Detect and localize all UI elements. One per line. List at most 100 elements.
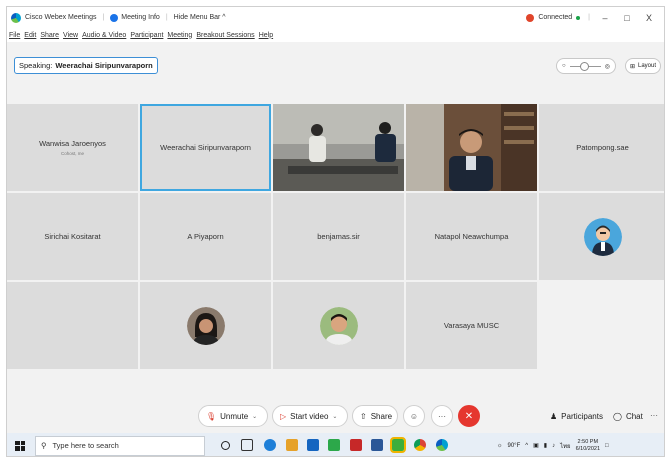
- connection-icon: [526, 13, 535, 22]
- menu-share[interactable]: Share: [40, 32, 59, 39]
- meeting-controls: 🎙 Unmute ⌄ ▷ Start video ⌄ ⇧ Share ☺ ···…: [7, 401, 664, 431]
- title-bar: Cisco Webex Meetings | Meeting Info | Hi…: [7, 7, 664, 28]
- language-indicator[interactable]: ไทย: [560, 441, 571, 451]
- close-icon: ✕: [464, 410, 474, 422]
- start-video-label: Start video: [290, 411, 329, 421]
- store-icon[interactable]: [286, 439, 298, 451]
- battery-icon[interactable]: ▮: [544, 442, 547, 449]
- start-video-button[interactable]: ▷ Start video ⌄: [272, 405, 348, 427]
- menu-meeting[interactable]: Meeting: [167, 32, 192, 39]
- speaking-name: Weerachai Siripunvaraporn: [55, 61, 153, 70]
- participant-name: Weerachai Siripunvaraporn: [160, 143, 251, 152]
- participants-label: Participants: [561, 411, 603, 421]
- participant-tile[interactable]: benjamas.sir: [273, 193, 404, 280]
- connection-status: Connected: [538, 14, 573, 21]
- meeting-info-button[interactable]: Meeting Info: [110, 13, 160, 22]
- chevron-up-icon[interactable]: ^: [525, 443, 528, 449]
- title-separator: |: [102, 14, 105, 21]
- share-button[interactable]: ⇧ Share: [352, 405, 398, 427]
- participant-name: A Piyaporn: [187, 232, 224, 241]
- network-icon[interactable]: ▣: [533, 442, 539, 449]
- zoom-knob[interactable]: [579, 61, 589, 71]
- cartoon-avatar: [583, 217, 622, 256]
- chevron-down-icon[interactable]: ⌄: [332, 413, 337, 420]
- share-label: Share: [370, 411, 393, 421]
- weather-temp[interactable]: 90°F: [508, 443, 521, 449]
- zoom-track[interactable]: [569, 61, 601, 71]
- mail-icon[interactable]: [307, 439, 319, 451]
- participant-tile[interactable]: A Piyaporn: [140, 193, 271, 280]
- clock-date: 6/10/2021: [575, 445, 601, 452]
- cortana-icon[interactable]: [221, 441, 230, 450]
- chevron-down-icon[interactable]: ⌄: [252, 413, 257, 420]
- menu-edit[interactable]: Edit: [24, 32, 36, 39]
- leave-meeting-button[interactable]: ✕: [458, 405, 480, 427]
- system-tray: ☼ 90°F ^ ▣ ▮ ♪ ไทย 2:50 PM 6/10/2021 □: [497, 433, 609, 456]
- unmute-label: Unmute: [220, 411, 249, 421]
- unmute-button[interactable]: 🎙 Unmute ⌄: [198, 405, 268, 427]
- smiley-icon: ☺: [409, 411, 419, 421]
- webex-window: Cisco Webex Meetings | Meeting Info | Hi…: [6, 6, 665, 457]
- participant-tile[interactable]: Varasaya MUSC: [406, 282, 537, 369]
- menu-view[interactable]: View: [63, 32, 78, 39]
- windows-start-icon[interactable]: [15, 440, 25, 451]
- meeting-top-bar: Speaking: Weerachai Siripunvaraporn ○ ◎ …: [7, 42, 664, 108]
- participant-tile[interactable]: Wanwisa Jaroenyos Cohost, me: [7, 104, 138, 191]
- weather-icon: ☼: [497, 442, 503, 449]
- participant-name: Patompong.sae: [576, 143, 629, 152]
- more-icon: ···: [650, 410, 658, 420]
- meeting-info-label: Meeting Info: [121, 14, 160, 21]
- layout-button[interactable]: ⊞ Layout: [625, 58, 661, 74]
- minimize-button[interactable]: –: [598, 13, 612, 23]
- menu-audio-video[interactable]: Audio & Video: [82, 32, 126, 39]
- participants-icon: ♟: [550, 411, 558, 421]
- volume-icon[interactable]: ♪: [552, 443, 555, 449]
- menu-breakout-sessions[interactable]: Breakout Sessions: [196, 32, 254, 39]
- participant-tile-active-speaker[interactable]: Weerachai Siripunvaraporn: [140, 104, 271, 191]
- title-separator-2: |: [165, 14, 168, 21]
- participants-button[interactable]: ♟ Participants: [542, 405, 604, 427]
- clock[interactable]: 2:50 PM 6/10/2021: [576, 439, 600, 453]
- title-separator-3: |: [588, 14, 590, 21]
- webex-taskbar-icon[interactable]: [390, 437, 406, 453]
- panel-more-button[interactable]: ···: [644, 405, 664, 425]
- search-icon: ⚲: [41, 441, 47, 450]
- participant-tile[interactable]: [539, 193, 664, 280]
- connection-indicator[interactable]: Connected: [526, 13, 581, 22]
- status-dot-icon: [576, 15, 581, 20]
- participant-video-tile[interactable]: [406, 104, 537, 191]
- menu-help[interactable]: Help: [259, 32, 273, 39]
- chrome-icon[interactable]: [414, 439, 426, 451]
- chat-button[interactable]: ◯ Chat: [605, 405, 643, 427]
- participant-video-tile[interactable]: [273, 104, 404, 191]
- participant-tile[interactable]: [140, 282, 271, 369]
- info-icon: [110, 13, 119, 22]
- menu-file[interactable]: File: [9, 32, 20, 39]
- hide-menu-bar-button[interactable]: Hide Menu Bar ^: [174, 14, 226, 21]
- zoom-out-icon[interactable]: ○: [562, 63, 566, 69]
- more-options-button[interactable]: ···: [431, 405, 453, 427]
- taskbar-search-box[interactable]: ⚲ Type here to search: [35, 435, 205, 456]
- woman-avatar: [186, 306, 225, 345]
- reactions-button[interactable]: ☺: [403, 405, 425, 427]
- participant-tile-empty[interactable]: [7, 282, 138, 369]
- participant-name: Natapol Neawchumpa: [434, 232, 509, 241]
- line-icon[interactable]: [328, 439, 340, 451]
- office-video: [406, 104, 537, 191]
- webex-app-icon[interactable]: [436, 439, 448, 451]
- task-view-icon[interactable]: [241, 439, 253, 451]
- mcafee-icon[interactable]: [350, 439, 362, 451]
- zoom-in-icon[interactable]: ◎: [605, 63, 610, 70]
- participant-tile[interactable]: Natapol Neawchumpa: [406, 193, 537, 280]
- notification-icon[interactable]: □: [605, 443, 609, 449]
- word-icon[interactable]: [371, 439, 383, 451]
- edge-icon[interactable]: [264, 439, 276, 451]
- restore-button[interactable]: □: [620, 13, 634, 23]
- participant-tile[interactable]: [273, 282, 404, 369]
- close-window-button[interactable]: X: [642, 13, 656, 23]
- zoom-slider[interactable]: ○ ◎: [556, 58, 616, 74]
- menu-participant[interactable]: Participant: [130, 32, 163, 39]
- participant-tile[interactable]: Sirichai Kositarat: [7, 193, 138, 280]
- participant-tile[interactable]: Patompong.sae: [539, 104, 664, 191]
- clock-time: 2:50 PM: [577, 438, 599, 445]
